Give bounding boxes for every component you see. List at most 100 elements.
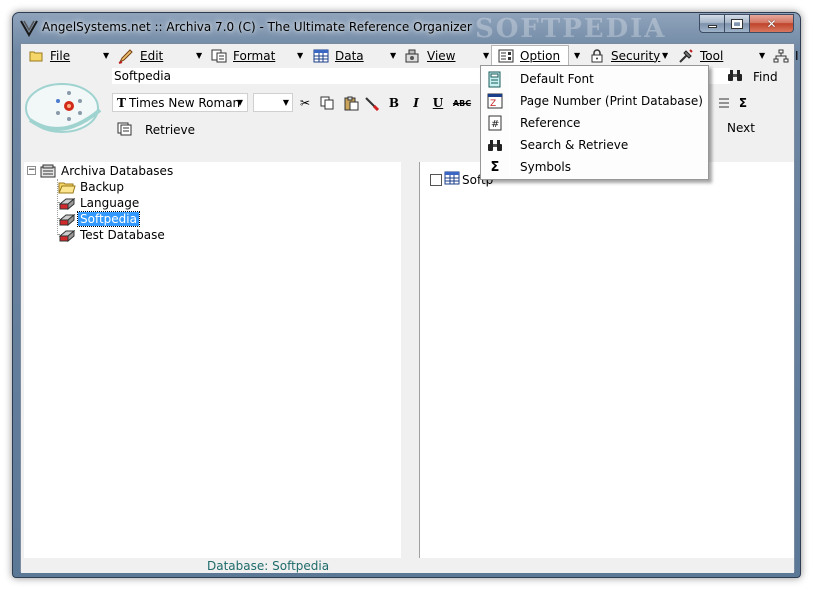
strikethrough-button[interactable]: ABC [453,94,471,112]
italic-button[interactable]: I [407,94,425,112]
svg-text:#: # [491,119,499,130]
folder-icon [58,180,76,195]
menu-option-dropdown-icon[interactable]: ▼ [574,51,580,60]
records-pane[interactable]: Softp [419,162,794,558]
menu-security[interactable]: Security ▼ [589,47,668,64]
font-name-value: Times New Roman [128,95,241,110]
find-button[interactable]: Find [727,69,778,85]
menu-edit-dropdown-icon[interactable]: ▼ [196,51,202,60]
tree-node-test-database[interactable]: Test Database [58,227,167,243]
menu-edit[interactable]: Edit ▼ [118,47,202,64]
menu-item-page-number[interactable]: Z Page Number (Print Database) [483,90,706,112]
menu-bar: File ▼ Edit ▼ Format ▼ Data ▼ View ▼ Opt… [21,44,799,66]
menu-edit-label: Edit [140,48,164,63]
cut-button[interactable]: ✂ [296,94,314,112]
menu-item-reference[interactable]: # Reference [483,112,706,134]
svg-text:Z: Z [490,99,496,109]
tree-node-language[interactable]: Language [58,195,141,211]
title-bar[interactable]: AngelSystems.net :: Archiva 7.0 (C) - Th… [13,13,800,43]
menu-format[interactable]: Format ▼ [211,47,303,64]
menu-data-dropdown-icon[interactable]: ▼ [390,51,396,60]
reference-icon: # [483,114,507,132]
menu-item-default-font[interactable]: Default Font [483,68,706,90]
strikethrough-icon: ABC [452,98,472,108]
table-icon [444,171,460,188]
menu-tool[interactable]: Tool ▼ [678,47,765,64]
copy-button[interactable] [318,94,336,112]
chevron-down-icon: ▼ [282,98,289,107]
menu-item-symbols[interactable]: Σ Symbols [483,156,706,178]
menu-item-label: Page Number (Print Database) [520,94,703,108]
tool-icon [678,48,694,64]
menu-security-dropdown-icon[interactable]: ▼ [662,51,668,60]
retrieve-button[interactable]: Retrieve [117,121,195,139]
status-text: Database: Softpedia [207,559,330,573]
menu-item-search-retrieve[interactable]: Search & Retrieve [483,134,706,156]
option-menu-popup: Default Font Z Page Number (Print Databa… [480,65,709,180]
font-icon [483,70,507,88]
menu-format-label: Format [233,48,276,63]
tree-root-node[interactable]: Archiva Databases [39,163,175,179]
font-size-dropdown[interactable]: ▼ [253,93,293,112]
close-icon: ✕ [766,16,777,31]
menu-more[interactable]: I [773,47,799,64]
menu-view-label: View [427,48,456,63]
truetype-icon: T [117,95,126,110]
record-checkbox[interactable] [430,173,442,186]
database-drawer-icon [58,212,76,227]
collapse-toggle[interactable]: − [27,166,36,175]
pane-splitter[interactable] [401,162,419,558]
window-title: AngelSystems.net :: Archiva 7.0 (C) - Th… [42,20,472,34]
menu-view-dropdown-icon[interactable]: ▼ [483,51,489,60]
folder-icon [28,48,44,64]
menu-format-dropdown-icon[interactable]: ▼ [297,51,303,60]
align-button[interactable] [715,94,733,112]
chevron-down-icon: ▼ [236,98,243,107]
scissors-icon: ✂ [299,96,311,110]
database-drawer-icon [58,196,76,211]
menu-data[interactable]: Data ▼ [313,47,396,64]
binoculars-icon [727,69,743,86]
menu-item-label: Symbols [520,160,571,174]
menu-view[interactable]: View ▼ [405,47,489,64]
menu-tool-dropdown-icon[interactable]: ▼ [759,51,765,60]
maximize-button[interactable] [725,14,750,33]
tree-node-label: Backup [80,180,124,194]
underline-button[interactable]: U [429,94,447,112]
paintbrush-icon [365,97,380,111]
minimize-icon [707,25,717,28]
bold-button[interactable]: B [385,94,403,112]
bold-icon: B [388,96,400,110]
menu-security-label: Security [611,48,661,63]
sigma-icon: Σ [490,159,500,175]
find-label: Find [753,70,778,84]
database-tree-pane[interactable]: − Archiva Databases Backup Language Soft… [24,162,401,558]
status-bar: Database: Softpedia [21,558,794,573]
sigma-icon: Σ [738,96,748,110]
view-icon [405,48,421,64]
network-icon [773,48,789,64]
italic-icon: I [413,96,419,110]
sum-button[interactable]: Σ [734,94,752,112]
paste-button[interactable] [342,94,360,112]
font-name-dropdown[interactable]: T Times New Roman ▼ [112,93,248,112]
tree-root-label: Archiva Databases [61,164,174,178]
table-icon [313,48,329,64]
menu-file-dropdown-icon[interactable]: ▼ [103,51,109,60]
close-button[interactable]: ✕ [750,14,794,33]
tree-node-softpedia[interactable]: Softpedia [58,211,140,227]
minimize-button[interactable] [699,14,725,33]
paste-icon [344,96,358,110]
retrieve-label: Retrieve [145,123,196,137]
format-painter-button[interactable] [363,94,381,112]
menu-file-label: File [50,48,71,63]
tree-node-label: Test Database [80,228,165,242]
menu-option[interactable]: Option [491,45,569,66]
menu-file[interactable]: File ▼ [28,47,109,64]
binoculars-icon [483,136,507,154]
tree-node-label: Language [80,196,140,210]
next-button[interactable]: Next [727,121,755,135]
caption-buttons: ✕ [699,14,794,34]
tree-node-backup[interactable]: Backup [58,179,126,195]
menu-data-label: Data [335,48,364,63]
